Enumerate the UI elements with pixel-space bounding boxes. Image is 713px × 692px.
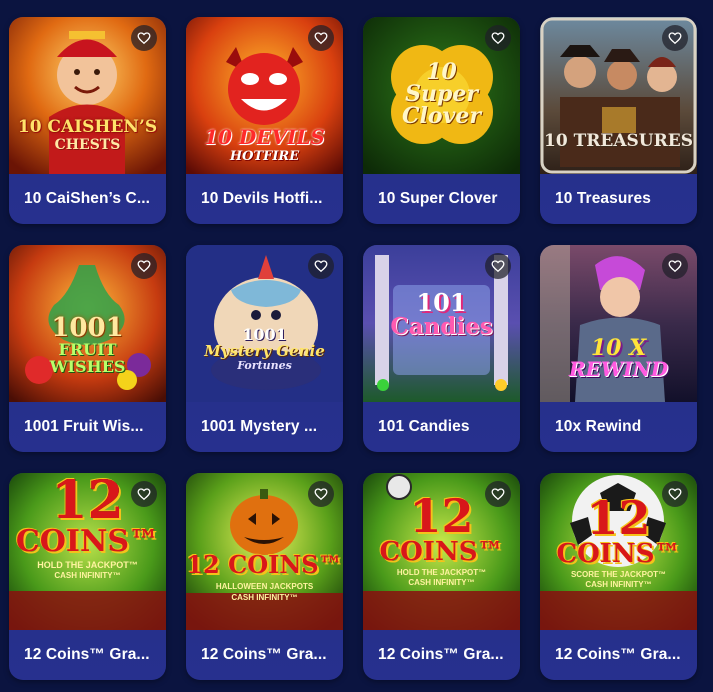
game-art-text: 10 TREASURES bbox=[544, 131, 693, 151]
game-art-text: 12 COINS™ HALLOWEEN JACKPOTS CASH INFINI… bbox=[186, 550, 343, 602]
game-title[interactable]: 10 Devils Hotfi... bbox=[201, 190, 335, 208]
game-card-1001-mystery-genie[interactable]: 1001 Mystery Genie Fortunes 1001 Mystery… bbox=[186, 245, 343, 452]
favorite-button[interactable] bbox=[485, 481, 511, 507]
heart-outline-icon bbox=[668, 488, 682, 501]
heart-outline-icon bbox=[314, 488, 328, 501]
game-title[interactable]: 1001 Mystery ... bbox=[201, 418, 335, 436]
game-art-text: 101 Candies bbox=[390, 288, 493, 340]
game-grid: 10 CAISHEN’S CHESTS 10 CaiShen’s C... 10… bbox=[0, 0, 713, 692]
game-art-text: 12 COINS™ SCORE THE JACKPOT™ CASH INFINI… bbox=[556, 491, 681, 589]
heart-outline-icon bbox=[314, 32, 328, 45]
game-title[interactable]: 12 Coins™ Gra... bbox=[201, 646, 335, 664]
heart-outline-icon bbox=[668, 32, 682, 45]
game-art-text: 1001 FRUIT WISHES bbox=[49, 313, 126, 377]
game-art-text: 10 X REWIND bbox=[568, 335, 669, 381]
game-title[interactable]: 10x Rewind bbox=[555, 418, 689, 436]
heart-outline-icon bbox=[137, 488, 151, 501]
game-art-text: 10 Super Clover bbox=[402, 59, 481, 129]
favorite-button[interactable] bbox=[131, 481, 157, 507]
game-title[interactable]: 12 Coins™ Gra... bbox=[378, 646, 512, 664]
game-title[interactable]: 1001 Fruit Wis... bbox=[24, 418, 158, 436]
game-title[interactable]: 10 CaiShen’s C... bbox=[24, 190, 158, 208]
favorite-button[interactable] bbox=[308, 481, 334, 507]
game-card-12-coins-score-the-jackpot[interactable]: 12 COINS™ SCORE THE JACKPOT™ CASH INFINI… bbox=[540, 473, 697, 680]
favorite-button[interactable] bbox=[662, 25, 688, 51]
favorite-button[interactable] bbox=[485, 25, 511, 51]
heart-outline-icon bbox=[491, 488, 505, 501]
heart-outline-icon bbox=[137, 32, 151, 45]
heart-outline-icon bbox=[491, 260, 505, 273]
game-title[interactable]: 10 Treasures bbox=[555, 190, 689, 208]
favorite-button[interactable] bbox=[308, 253, 334, 279]
favorite-button[interactable] bbox=[662, 253, 688, 279]
heart-outline-icon bbox=[491, 32, 505, 45]
game-card-10-treasures[interactable]: 10 TREASURES 10 Treasures bbox=[540, 17, 697, 224]
game-card-1001-fruit-wishes[interactable]: 1001 FRUIT WISHES 1001 Fruit Wis... bbox=[9, 245, 166, 452]
game-title[interactable]: 12 Coins™ Gra... bbox=[24, 646, 158, 664]
game-art-text: 10 CAISHEN’S CHESTS bbox=[17, 117, 158, 153]
favorite-button[interactable] bbox=[131, 253, 157, 279]
game-card-10-devils-hotfire[interactable]: 10 DEVILS HOTFIRE 10 Devils Hotfi... bbox=[186, 17, 343, 224]
game-card-12-coins-grand-gold[interactable]: 12 COINS™ HOLD THE JACKPOT™ CASH INFINIT… bbox=[9, 473, 166, 680]
game-card-12-coins-halloween[interactable]: 12 COINS™ HALLOWEEN JACKPOTS CASH INFINI… bbox=[186, 473, 343, 680]
favorite-button[interactable] bbox=[131, 25, 157, 51]
game-art-text: 10 DEVILS HOTFIRE bbox=[204, 125, 325, 164]
game-card-101-candies[interactable]: 101 Candies 101 Candies bbox=[363, 245, 520, 452]
game-card-12-coins-grand-gold-2[interactable]: 12 COINS™ HOLD THE JACKPOT™ CASH INFINIT… bbox=[363, 473, 520, 680]
game-title[interactable]: 12 Coins™ Gra... bbox=[555, 646, 689, 664]
heart-outline-icon bbox=[137, 260, 151, 273]
heart-outline-icon bbox=[668, 260, 682, 273]
favorite-button[interactable] bbox=[485, 253, 511, 279]
favorite-button[interactable] bbox=[662, 481, 688, 507]
game-card-10x-rewind[interactable]: 10 X REWIND 10x Rewind bbox=[540, 245, 697, 452]
game-art-text: 12 COINS™ HOLD THE JACKPOT™ CASH INFINIT… bbox=[379, 489, 504, 587]
heart-outline-icon bbox=[314, 260, 328, 273]
game-title[interactable]: 10 Super Clover bbox=[378, 190, 512, 208]
favorite-button[interactable] bbox=[308, 25, 334, 51]
game-card-10-caishens-chests[interactable]: 10 CAISHEN’S CHESTS 10 CaiShen’s C... bbox=[9, 17, 166, 224]
game-title[interactable]: 101 Candies bbox=[378, 418, 512, 436]
game-card-10-super-clover[interactable]: 10 Super Clover 10 Super Clover bbox=[363, 17, 520, 224]
game-art-text: 1001 Mystery Genie Fortunes bbox=[204, 325, 325, 372]
